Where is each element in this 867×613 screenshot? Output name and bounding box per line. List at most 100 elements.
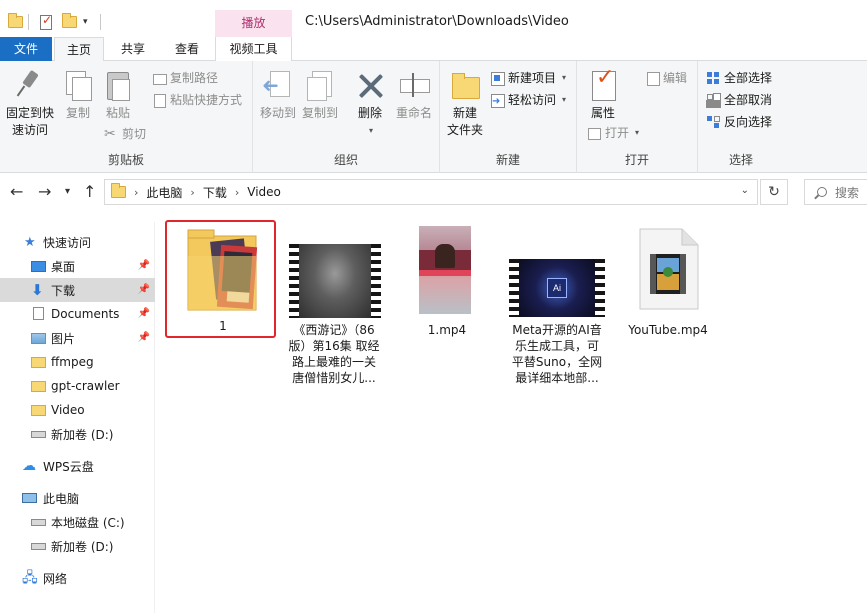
location-folder-icon xyxy=(111,183,126,198)
breadcrumb-chevron-icon[interactable]: › xyxy=(235,186,239,199)
copy-to-button[interactable]: 复制到 xyxy=(300,69,340,122)
nav-ffmpeg[interactable]: ffmpeg xyxy=(0,350,155,374)
properties-label: 属性 xyxy=(590,106,615,120)
select-all-label: 全部选择 xyxy=(724,71,773,85)
nav-label: 图片 xyxy=(51,331,76,346)
breadcrumb-chevron-icon[interactable]: › xyxy=(190,186,194,199)
customize-toolbar-icon[interactable]: ▾ xyxy=(83,17,88,27)
ribbon: 固定到快 速访问 复制 粘贴 复制路径 粘贴快捷方式 剪切 剪贴板 移动到 xyxy=(0,61,867,173)
pin-icon: 📌 xyxy=(137,260,150,271)
select-group-label: 选择 xyxy=(728,153,753,167)
nav-new-volume-d[interactable]: 新加卷 (D:) xyxy=(0,422,155,446)
nav-label: Video xyxy=(51,403,85,417)
new-folder-icon[interactable] xyxy=(62,13,77,28)
breadcrumb-this-pc[interactable]: 此电脑 xyxy=(146,184,182,201)
open-group-label: 打开 xyxy=(624,153,649,167)
new-folder-button[interactable]: 新建 文件夹 xyxy=(444,69,486,139)
cut-button[interactable]: 剪切 xyxy=(104,124,146,144)
nav-documents[interactable]: Documents 📌 xyxy=(0,302,155,326)
file-name-line-4: 最详细本地部... xyxy=(515,371,599,385)
video-frame-person xyxy=(435,244,455,268)
forward-arrow-icon[interactable]: → xyxy=(38,182,51,201)
pin-quick-access-label-1: 固定到快 xyxy=(5,106,54,120)
tab-file[interactable]: 文件 xyxy=(0,37,52,61)
folder-icon xyxy=(8,13,23,28)
pin-quick-access-button[interactable]: 固定到快 速访问 xyxy=(2,69,58,139)
nav-new-volume-d-2[interactable]: 新加卷 (D:) xyxy=(0,534,155,558)
select-all-button[interactable]: 全部选择 xyxy=(706,68,772,88)
delete-dropdown-icon[interactable]: ▾ xyxy=(352,122,390,139)
properties-big-icon xyxy=(587,69,619,101)
star-icon: ★ xyxy=(24,234,36,250)
tab-home[interactable]: 主页 xyxy=(54,37,104,62)
nav-gpt-crawler[interactable]: gpt-crawler xyxy=(0,374,155,398)
ai-chip-badge: Ai xyxy=(547,278,567,298)
address-row: ← → ▾ ↑ › 此电脑 › 下载 › Video ⌄ ↻ 搜索 xyxy=(0,173,867,211)
nav-this-pc[interactable]: 此电脑 xyxy=(0,486,155,510)
folder-icon xyxy=(31,381,46,392)
copy-path-button[interactable]: 复制路径 xyxy=(152,68,218,88)
up-arrow-icon[interactable]: ↑ xyxy=(83,182,96,201)
tab-view[interactable]: 查看 xyxy=(162,37,212,61)
address-history-chevron-icon[interactable]: ⌄ xyxy=(741,185,749,196)
file-name-line-2: 版）第16集 取经 xyxy=(288,339,380,353)
video-frame-image xyxy=(299,244,371,318)
nav-local-disk-c[interactable]: 本地磁盘 (C:) xyxy=(0,510,155,534)
rename-button[interactable]: 重命名 xyxy=(392,69,436,122)
tab-share[interactable]: 共享 xyxy=(108,37,158,61)
easy-access-button[interactable]: 轻松访问 ▾ xyxy=(490,90,566,112)
breadcrumb-video[interactable]: Video xyxy=(247,185,281,199)
breadcrumb-chevron-icon[interactable]: › xyxy=(134,186,138,199)
delete-button[interactable]: 删除 ▾ xyxy=(350,69,390,139)
back-arrow-icon[interactable]: ← xyxy=(10,182,23,201)
file-name-line-4: 唐僧惜别女儿... xyxy=(292,371,376,385)
move-to-button[interactable]: 移动到 xyxy=(258,69,298,122)
file-item-folder-1[interactable]: 1 xyxy=(173,226,273,336)
nav-wps-cloud[interactable]: ☁ WPS云盘 xyxy=(0,454,155,478)
address-bar[interactable]: › 此电脑 › 下载 › Video ⌄ xyxy=(104,179,758,205)
download-icon: ⬇ xyxy=(31,281,44,299)
file-item-video-xiyouji[interactable]: 《西游记》（86 版）第16集 取经 路上最难的一关 唐僧惜别女儿... xyxy=(284,226,384,386)
computer-icon xyxy=(22,493,37,503)
search-box[interactable]: 搜索 xyxy=(804,179,867,205)
nav-label: 桌面 xyxy=(51,259,76,274)
cut-label: 剪切 xyxy=(122,127,147,141)
edit-button[interactable]: 编辑 xyxy=(645,68,687,88)
open-button[interactable]: 打开 ▾ xyxy=(587,123,639,143)
nav-label: 新加卷 (D:) xyxy=(51,539,114,554)
chevron-down-icon: ▾ xyxy=(562,73,567,82)
desktop-icon xyxy=(31,261,46,272)
film-strip-right xyxy=(371,244,381,318)
nav-video[interactable]: Video xyxy=(0,398,155,422)
file-item-video-youtube[interactable]: YouTube.mp4 xyxy=(618,226,718,337)
file-item-video-1mp4[interactable]: 1.mp4 xyxy=(397,226,497,337)
new-item-button[interactable]: 新建项目 ▾ xyxy=(490,68,566,88)
pin-icon: 📌 xyxy=(137,308,150,319)
refresh-button[interactable]: ↻ xyxy=(760,179,788,205)
nav-label: 本地磁盘 (C:) xyxy=(51,515,125,530)
properties-icon[interactable] xyxy=(40,13,52,30)
nav-desktop[interactable]: 桌面 📌 xyxy=(0,254,155,278)
nav-downloads[interactable]: ⬇ 下载 📌 xyxy=(0,278,155,302)
edit-icon xyxy=(645,71,660,86)
paste-shortcut-button[interactable]: 粘贴快捷方式 xyxy=(152,90,242,110)
file-name: 1.mp4 xyxy=(427,323,467,337)
properties-button[interactable]: 属性 xyxy=(585,69,621,122)
recent-locations-chevron-icon[interactable]: ▾ xyxy=(65,186,70,197)
select-none-button[interactable]: 全部取消 xyxy=(706,90,772,110)
breadcrumb-downloads[interactable]: 下载 xyxy=(203,184,227,201)
paste-button[interactable]: 粘贴 xyxy=(100,69,136,122)
nav-network[interactable]: 🖧 网络 xyxy=(0,566,155,590)
new-group: 新建 文件夹 新建项目 ▾ 轻松访问 ▾ 新建 xyxy=(440,61,577,173)
nav-quick-access[interactable]: ★ 快速访问 xyxy=(0,230,155,254)
invert-selection-button[interactable]: 反向选择 xyxy=(706,112,772,132)
nav-pictures[interactable]: 图片 📌 xyxy=(0,326,155,350)
file-item-video-meta-ai[interactable]: Ai Meta开源的AI音 乐生成工具，可 平替Suno，全网 最详细本地部..… xyxy=(507,226,607,386)
select-none-icon xyxy=(706,93,720,107)
pin-quick-access-label-2: 速访问 xyxy=(11,123,48,137)
pin-icon: 📌 xyxy=(137,332,150,343)
pictures-icon xyxy=(31,333,46,344)
copy-button[interactable]: 复制 xyxy=(60,69,96,122)
copy-to-icon xyxy=(304,69,336,101)
tab-video-tools[interactable]: 视频工具 xyxy=(215,37,292,61)
